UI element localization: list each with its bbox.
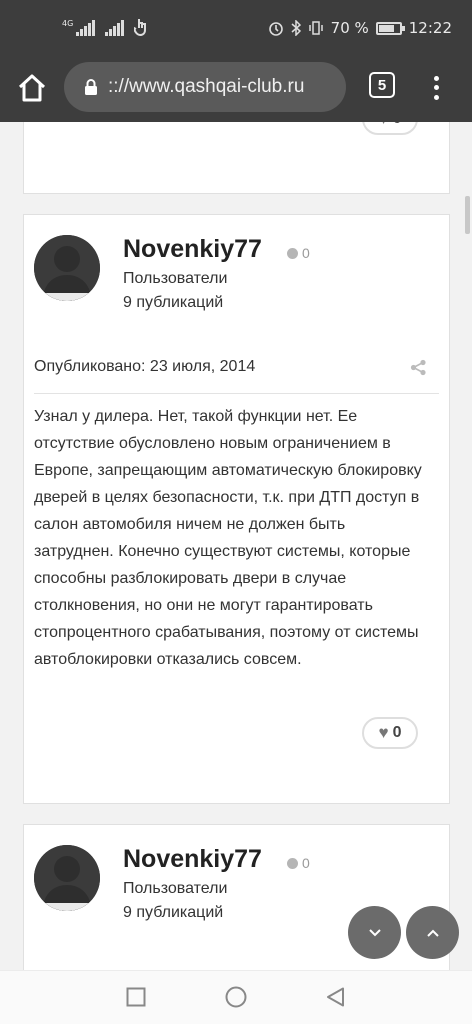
reputation-dot-icon xyxy=(287,247,298,259)
user-group: Пользователи xyxy=(123,270,228,287)
status-bar: 4G 70 % 12:22 xyxy=(0,0,472,58)
like-count: 0 xyxy=(392,724,402,741)
share-icon[interactable] xyxy=(410,359,427,376)
url-text: :://www.qashqai-club.ru xyxy=(108,76,305,97)
post-date: Опубликовано: 23 июля, 2014 xyxy=(34,358,256,375)
author-name[interactable]: Novenkiy77 xyxy=(123,235,262,264)
post-card: ♥ 0 xyxy=(23,122,450,194)
scroll-up-button[interactable] xyxy=(406,906,459,959)
reputation-badge: 0 xyxy=(287,245,310,261)
reputation-count: 0 xyxy=(302,855,310,871)
bluetooth-icon xyxy=(291,20,301,36)
status-left-icons: 4G xyxy=(62,18,148,36)
forum-content[interactable]: ♥ 0 Novenkiy77 0 Пользователи 9 публикац… xyxy=(0,122,472,970)
post-count: 9 публикаций xyxy=(123,904,224,921)
signal-icon: 4G xyxy=(62,19,96,36)
network-type-label: 4G xyxy=(62,19,74,28)
avatar[interactable] xyxy=(34,845,100,911)
system-nav-bar xyxy=(0,970,472,1024)
post-card: Novenkiy77 0 Пользователи 9 публикаций О… xyxy=(23,214,450,804)
heart-icon: ♥ xyxy=(378,723,389,742)
reputation-badge: 0 xyxy=(287,855,310,871)
reputation-dot-icon xyxy=(287,857,298,869)
home-button[interactable] xyxy=(14,70,50,106)
overflow-menu-icon xyxy=(433,76,439,82)
signal-icon xyxy=(105,20,125,36)
post-count: 9 публикаций xyxy=(123,294,224,311)
chevron-up-icon xyxy=(426,929,439,937)
scroll-down-button[interactable] xyxy=(348,906,401,959)
battery-icon xyxy=(375,21,405,35)
divider xyxy=(34,393,439,394)
home-circle-icon[interactable] xyxy=(225,986,247,1008)
default-avatar-icon xyxy=(34,235,100,301)
heart-icon: ♥ xyxy=(379,122,389,129)
default-avatar-icon xyxy=(34,845,100,911)
recent-apps-icon[interactable] xyxy=(126,987,146,1007)
overflow-menu-button[interactable] xyxy=(424,70,448,106)
browser-toolbar: :://www.qashqai-club.ru 5 xyxy=(0,58,472,122)
like-button[interactable]: ♥ 0 xyxy=(362,122,418,135)
home-icon xyxy=(18,74,46,102)
vibrate-icon xyxy=(308,21,323,35)
scrollbar-thumb[interactable] xyxy=(465,196,470,234)
like-button[interactable]: ♥ 0 xyxy=(362,717,418,749)
hand-touch-icon xyxy=(134,19,147,36)
user-group: Пользователи xyxy=(123,880,228,897)
address-bar[interactable]: :://www.qashqai-club.ru xyxy=(64,62,346,112)
clock: 12:22 xyxy=(408,19,452,37)
post-body: Узнал у дилера. Нет, такой функции нет. … xyxy=(34,408,422,668)
avatar[interactable] xyxy=(34,235,100,301)
back-triangle-icon[interactable] xyxy=(326,987,346,1007)
status-right-icons: 70 % 12:22 xyxy=(268,19,452,37)
like-count: 0 xyxy=(393,122,402,128)
battery-percent: 70 % xyxy=(330,19,369,37)
author-name[interactable]: Novenkiy77 xyxy=(123,845,262,874)
lock-icon xyxy=(85,79,97,95)
chevron-down-icon xyxy=(368,928,381,936)
tab-count: 5 xyxy=(377,76,387,94)
tabs-button[interactable]: 5 xyxy=(369,72,395,98)
reputation-count: 0 xyxy=(302,245,310,261)
alarm-icon xyxy=(268,22,283,36)
